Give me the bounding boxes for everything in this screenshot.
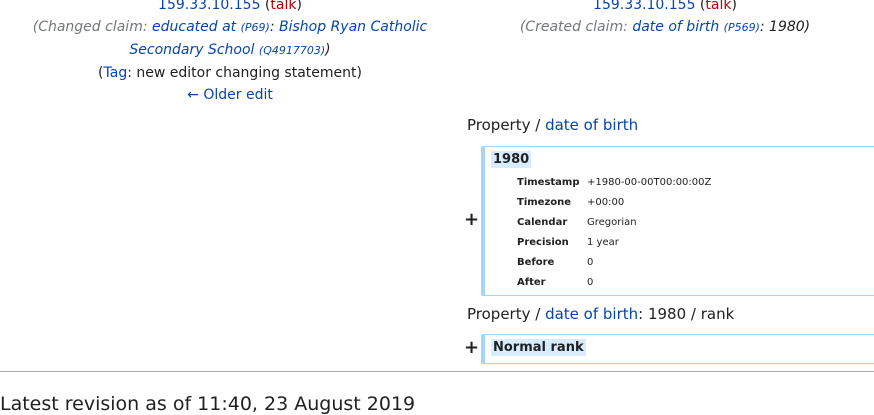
old-revision-summary: (Changed claim: educated at (P69): Bisho… — [0, 16, 460, 62]
new-revision-summary: (Created claim: date of birth (P569): 19… — [465, 16, 865, 39]
detail-value: 1 year — [587, 236, 619, 248]
diff-heading-prefix: Property / — [467, 305, 546, 323]
older-edit-link[interactable]: ← Older edit — [187, 87, 273, 103]
added-rank-value: Normal rank — [491, 339, 586, 356]
detail-row: After 0 — [517, 272, 711, 292]
tag-line: (Tag: new editor changing statement) — [98, 65, 362, 81]
added-rank-box: Normal rank — [481, 334, 874, 364]
detail-value: +1980-00-00T00:00:00Z — [587, 176, 712, 188]
detail-value: 0 — [587, 276, 594, 288]
diff-heading-rank: Property / date of birth: 1980 / rank — [467, 305, 734, 323]
added-marker: + — [464, 337, 480, 358]
diff-heading-prefix: Property / — [467, 116, 546, 134]
property-id-p69[interactable]: (P69) — [241, 21, 270, 34]
detail-key: After — [517, 276, 546, 288]
created-claim-value: : 1980) — [759, 19, 811, 35]
summary-close: ) — [325, 42, 331, 58]
added-value-box: 1980 Timestamp +1980-00-00T00:00:00Z Time… — [481, 146, 874, 296]
detail-row: Timezone +00:00 — [517, 192, 711, 212]
detail-row: Timestamp +1980-00-00T00:00:00Z — [517, 172, 711, 192]
new-revision-header: 159.33.10.155 (talk) (Created claim: dat… — [465, 0, 865, 39]
detail-value: +00:00 — [587, 196, 625, 208]
created-claim-prefix: (Created claim: — [519, 19, 633, 35]
summary-prefix: (Changed claim: — [32, 19, 152, 35]
item-id-q4917703[interactable]: (Q4917703) — [259, 44, 325, 57]
detail-value: Gregorian — [587, 216, 637, 228]
detail-row: Calendar Gregorian — [517, 212, 711, 232]
property-id-p569[interactable]: (P569) — [724, 21, 760, 34]
diff-heading-link[interactable]: date of birth — [545, 116, 638, 134]
detail-key: Before — [517, 256, 555, 268]
time-details-table: Timestamp +1980-00-00T00:00:00Z Timezone +… — [517, 172, 711, 292]
diff-heading-link[interactable]: date of birth — [545, 305, 638, 323]
detail-key: Calendar — [517, 216, 568, 228]
detail-row: Precision 1 year — [517, 232, 711, 252]
diff-heading-suffix: : 1980 / rank — [638, 305, 735, 323]
detail-value: 0 — [587, 256, 594, 268]
added-value: 1980 — [491, 151, 532, 168]
older-edit-line: ← Older edit — [0, 84, 460, 106]
old-revision-talk-link[interactable]: talk — [270, 0, 296, 13]
tag-link[interactable]: Tag — [104, 65, 128, 81]
section-divider — [0, 371, 874, 372]
latest-revision-heading: Latest revision as of 11:40, 23 August 2… — [0, 393, 416, 415]
old-revision-user-link[interactable]: 159.33.10.155 — [158, 0, 260, 13]
old-revision-user-line: 159.33.10.155 (talk) — [0, 0, 460, 16]
summary-colon: : — [269, 19, 275, 35]
diff-heading-date-of-birth: Property / date of birth — [467, 116, 638, 134]
new-revision-user-line: 159.33.10.155 (talk) — [465, 0, 865, 16]
detail-key: Timezone — [517, 196, 572, 208]
detail-key: Precision — [517, 236, 569, 248]
detail-key: Timestamp — [517, 176, 580, 188]
new-revision-talk-link[interactable]: talk — [705, 0, 731, 13]
detail-row: Before 0 — [517, 252, 711, 272]
tag-text: : new editor changing statement) — [127, 65, 362, 81]
added-marker: + — [464, 209, 480, 230]
property-date-of-birth-link[interactable]: date of birth — [632, 19, 719, 35]
property-educated-at-link[interactable]: educated at — [152, 19, 236, 35]
new-revision-user-link[interactable]: 159.33.10.155 — [593, 0, 695, 13]
old-revision-header: 159.33.10.155 (talk) (Changed claim: edu… — [0, 0, 460, 106]
